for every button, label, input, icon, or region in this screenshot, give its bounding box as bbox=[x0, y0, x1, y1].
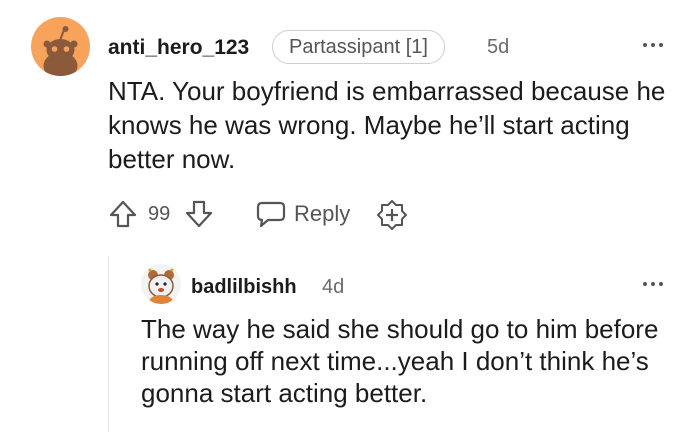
reply-button[interactable]: Reply bbox=[294, 201, 350, 227]
reply-body: The way he said she should go to him bef… bbox=[141, 314, 659, 408]
reply-user-avatar[interactable] bbox=[141, 264, 181, 304]
snoo-avatar-icon bbox=[43, 26, 78, 76]
upvote-icon[interactable] bbox=[108, 199, 138, 229]
award-icon[interactable] bbox=[376, 199, 408, 231]
comment-timestamp: 5d bbox=[487, 36, 510, 58]
more-options-icon[interactable] bbox=[641, 280, 667, 288]
user-flair-badge: Partassipant [1] bbox=[272, 30, 445, 64]
comment-body: NTA. Your boyfriend is embarrassed becau… bbox=[108, 76, 666, 174]
downvote-icon[interactable] bbox=[184, 199, 214, 229]
reply-timestamp: 4d bbox=[322, 276, 345, 298]
comment-action-bar: 99 Reply bbox=[104, 196, 424, 232]
reply-username[interactable]: badlilbishh bbox=[191, 276, 297, 299]
comment-username[interactable]: anti_hero_123 bbox=[108, 36, 249, 60]
thread-line[interactable] bbox=[108, 256, 109, 432]
more-options-icon[interactable] bbox=[641, 41, 667, 49]
bear-avatar-icon bbox=[148, 268, 174, 304]
reply-icon[interactable] bbox=[256, 200, 286, 228]
user-avatar[interactable] bbox=[31, 17, 90, 76]
vote-score: 99 bbox=[148, 203, 171, 225]
